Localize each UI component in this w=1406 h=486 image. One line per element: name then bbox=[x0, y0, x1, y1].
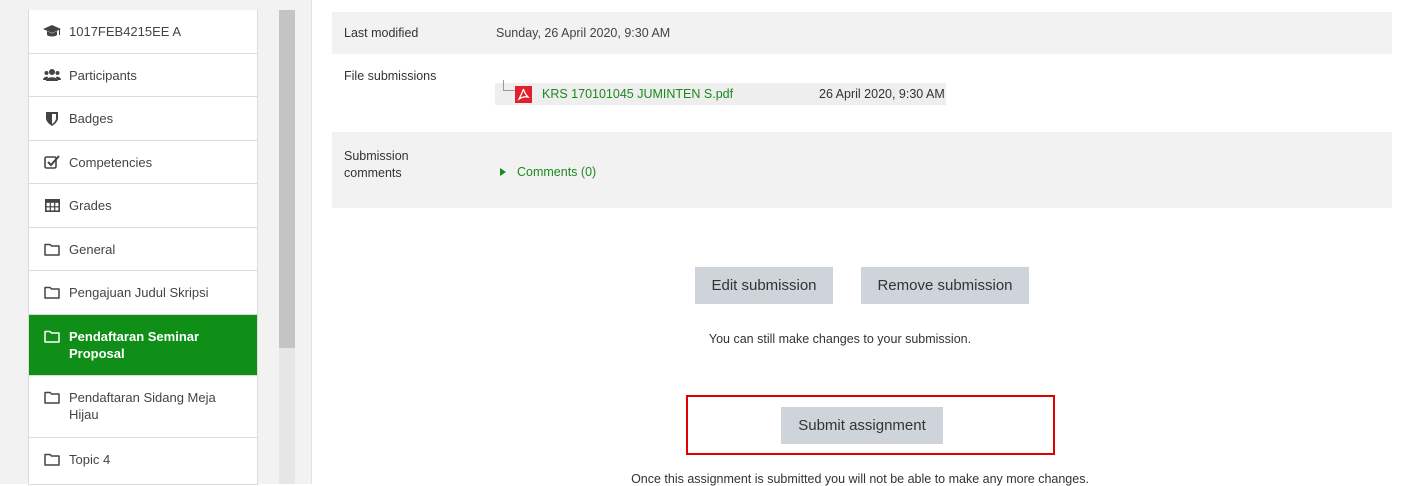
sidebar-item-participants[interactable]: Participants bbox=[29, 53, 257, 96]
sidebar-item-pengajuan-judul[interactable]: Pengajuan Judul Skripsi bbox=[29, 270, 257, 314]
sidebar-item-label: Grades bbox=[69, 198, 112, 213]
submitted-file-date: 26 April 2020, 9:30 AM bbox=[819, 87, 945, 101]
edit-submission-button[interactable]: Edit submission bbox=[695, 267, 833, 304]
sidebar-item-label: Participants bbox=[69, 67, 137, 83]
remove-submission-button[interactable]: Remove submission bbox=[861, 267, 1029, 304]
last-modified-value: Sunday, 26 April 2020, 9:30 AM bbox=[496, 26, 671, 40]
comments-toggle[interactable]: Comments (0) bbox=[500, 165, 596, 179]
folder-icon bbox=[43, 328, 61, 344]
sidebar-item-label: Pendaftaran Sidang Meja Hijau bbox=[69, 390, 216, 422]
table-icon bbox=[43, 198, 61, 214]
sidebar-item-label: Badges bbox=[69, 111, 114, 126]
folder-icon bbox=[43, 389, 61, 405]
course-navigation: 1017FEB4215EE A Participants Badges Comp… bbox=[28, 10, 258, 485]
comments-link-label: Comments (0) bbox=[517, 165, 597, 179]
sidebar-item-label: Pendaftaran Seminar Proposal bbox=[69, 329, 200, 361]
sidebar-item-pendaftaran-seminar[interactable]: Pendaftaran Seminar Proposal bbox=[29, 314, 257, 375]
file-submissions-label: File submissions bbox=[344, 69, 437, 83]
sidebar-item-pendaftaran-sidang[interactable]: Pendaftaran Sidang Meja Hijau bbox=[29, 375, 257, 437]
last-modified-label: Last modified bbox=[344, 26, 419, 40]
submit-assignment-button[interactable]: Submit assignment bbox=[781, 407, 943, 444]
users-icon bbox=[43, 67, 61, 83]
column-divider bbox=[311, 0, 312, 484]
shield-icon bbox=[43, 111, 61, 127]
sidebar-item-badges[interactable]: Badges bbox=[29, 96, 257, 140]
sidebar-item-grades[interactable]: Grades bbox=[29, 183, 257, 227]
folder-icon bbox=[43, 452, 61, 468]
sidebar-item-label: Pengajuan Judul Skripsi bbox=[69, 285, 209, 300]
submitted-file-link[interactable]: KRS 170101045 JUMINTEN S.pdf bbox=[542, 87, 733, 101]
sidebar-item-course[interactable]: 1017FEB4215EE A bbox=[29, 10, 257, 53]
sidebar-item-label: Competencies bbox=[69, 154, 153, 170]
sidebar-item-general[interactable]: General bbox=[29, 227, 257, 270]
last-modified-row: Last modified Sunday, 26 April 2020, 9:3… bbox=[332, 12, 1392, 54]
sidebar-item-topic-4[interactable]: Topic 4 bbox=[29, 437, 257, 481]
pdf-file-icon bbox=[515, 86, 532, 103]
sidebar-item-label: 1017FEB4215EE A bbox=[69, 24, 182, 39]
expand-triangle-icon bbox=[500, 168, 506, 176]
folder-icon bbox=[43, 241, 61, 257]
sidebar-scrollbar-thumb[interactable] bbox=[279, 10, 295, 348]
sidebar-item-competencies[interactable]: Competencies bbox=[29, 140, 257, 183]
folder-icon bbox=[43, 285, 61, 301]
edit-submission-note: You can still make changes to your submi… bbox=[708, 332, 972, 346]
submission-comments-row: Submission comments bbox=[332, 132, 1392, 208]
submission-comments-label: Submission comments bbox=[344, 149, 409, 180]
sidebar-item-label: General bbox=[69, 241, 116, 257]
checkbox-icon bbox=[43, 154, 61, 170]
graduation-cap-icon bbox=[43, 24, 61, 40]
sidebar-item-label: Topic 4 bbox=[69, 452, 111, 467]
